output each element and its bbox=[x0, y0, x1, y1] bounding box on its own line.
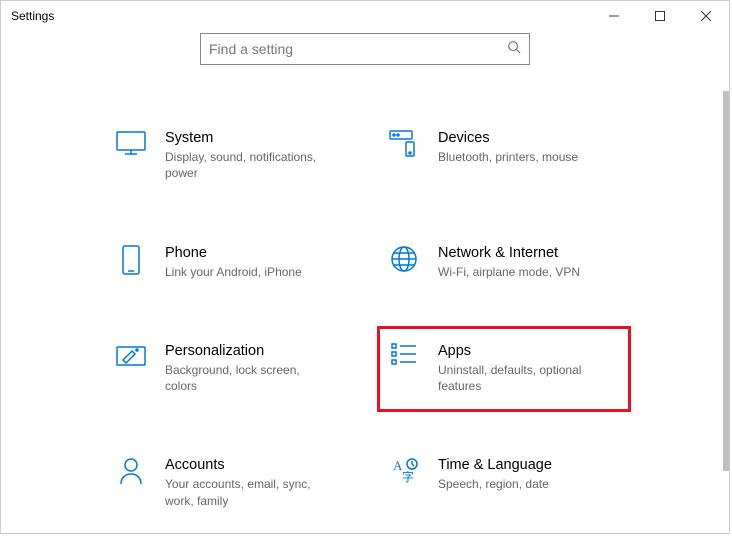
search-icon bbox=[507, 40, 521, 59]
category-devices[interactable]: Devices Bluetooth, printers, mouse bbox=[384, 129, 632, 182]
category-title: Devices bbox=[438, 129, 578, 147]
scrollbar[interactable] bbox=[721, 91, 729, 511]
search-box[interactable] bbox=[200, 33, 530, 65]
category-text: Accounts Your accounts, email, sync, wor… bbox=[165, 456, 335, 509]
paintbrush-icon bbox=[111, 342, 151, 374]
category-text: Phone Link your Android, iPhone bbox=[165, 244, 302, 280]
category-title: Phone bbox=[165, 244, 302, 262]
category-desc: Speech, region, date bbox=[438, 476, 552, 492]
category-title: System bbox=[165, 129, 335, 147]
close-icon bbox=[701, 11, 711, 21]
search-input[interactable] bbox=[209, 41, 507, 57]
content-area: System Display, sound, notifications, po… bbox=[1, 91, 729, 533]
window-controls bbox=[591, 1, 729, 31]
maximize-button[interactable] bbox=[637, 1, 683, 31]
display-icon bbox=[111, 129, 151, 161]
person-icon bbox=[111, 456, 151, 488]
maximize-icon bbox=[655, 11, 665, 21]
category-time-language[interactable]: A字 Time & Language Speech, region, date bbox=[384, 456, 632, 509]
category-title: Accounts bbox=[165, 456, 335, 474]
window-title: Settings bbox=[11, 9, 591, 23]
category-desc: Wi-Fi, airplane mode, VPN bbox=[438, 264, 580, 280]
titlebar: Settings bbox=[1, 1, 729, 31]
phone-icon bbox=[111, 244, 151, 276]
close-button[interactable] bbox=[683, 1, 729, 31]
scrollbar-thumb[interactable] bbox=[723, 91, 729, 471]
category-text: System Display, sound, notifications, po… bbox=[165, 129, 335, 182]
svg-text:字: 字 bbox=[402, 469, 414, 484]
category-grid: System Display, sound, notifications, po… bbox=[111, 129, 729, 509]
category-desc: Background, lock screen, colors bbox=[165, 362, 335, 394]
settings-window: Settings bbox=[0, 0, 730, 534]
minimize-icon bbox=[609, 11, 619, 21]
category-apps[interactable]: Apps Uninstall, defaults, optional featu… bbox=[384, 342, 632, 395]
category-network[interactable]: Network & Internet Wi-Fi, airplane mode,… bbox=[384, 244, 632, 280]
category-system[interactable]: System Display, sound, notifications, po… bbox=[111, 129, 359, 182]
category-title: Apps bbox=[438, 342, 608, 360]
category-text: Personalization Background, lock screen,… bbox=[165, 342, 335, 395]
category-phone[interactable]: Phone Link your Android, iPhone bbox=[111, 244, 359, 280]
minimize-button[interactable] bbox=[591, 1, 637, 31]
category-desc: Uninstall, defaults, optional features bbox=[438, 362, 608, 394]
category-desc: Bluetooth, printers, mouse bbox=[438, 149, 578, 165]
category-text: Network & Internet Wi-Fi, airplane mode,… bbox=[438, 244, 580, 280]
time-language-icon: A字 bbox=[384, 456, 424, 488]
category-personalization[interactable]: Personalization Background, lock screen,… bbox=[111, 342, 359, 395]
category-text: Time & Language Speech, region, date bbox=[438, 456, 552, 492]
globe-icon bbox=[384, 244, 424, 276]
category-desc: Display, sound, notifications, power bbox=[165, 149, 335, 181]
category-title: Time & Language bbox=[438, 456, 552, 474]
category-desc: Your accounts, email, sync, work, family bbox=[165, 476, 335, 508]
category-title: Network & Internet bbox=[438, 244, 580, 262]
search-row bbox=[1, 33, 729, 65]
category-title: Personalization bbox=[165, 342, 335, 360]
category-text: Apps Uninstall, defaults, optional featu… bbox=[438, 342, 608, 395]
category-text: Devices Bluetooth, printers, mouse bbox=[438, 129, 578, 165]
category-desc: Link your Android, iPhone bbox=[165, 264, 302, 280]
apps-list-icon bbox=[384, 342, 424, 374]
devices-icon bbox=[384, 129, 424, 161]
category-accounts[interactable]: Accounts Your accounts, email, sync, wor… bbox=[111, 456, 359, 509]
